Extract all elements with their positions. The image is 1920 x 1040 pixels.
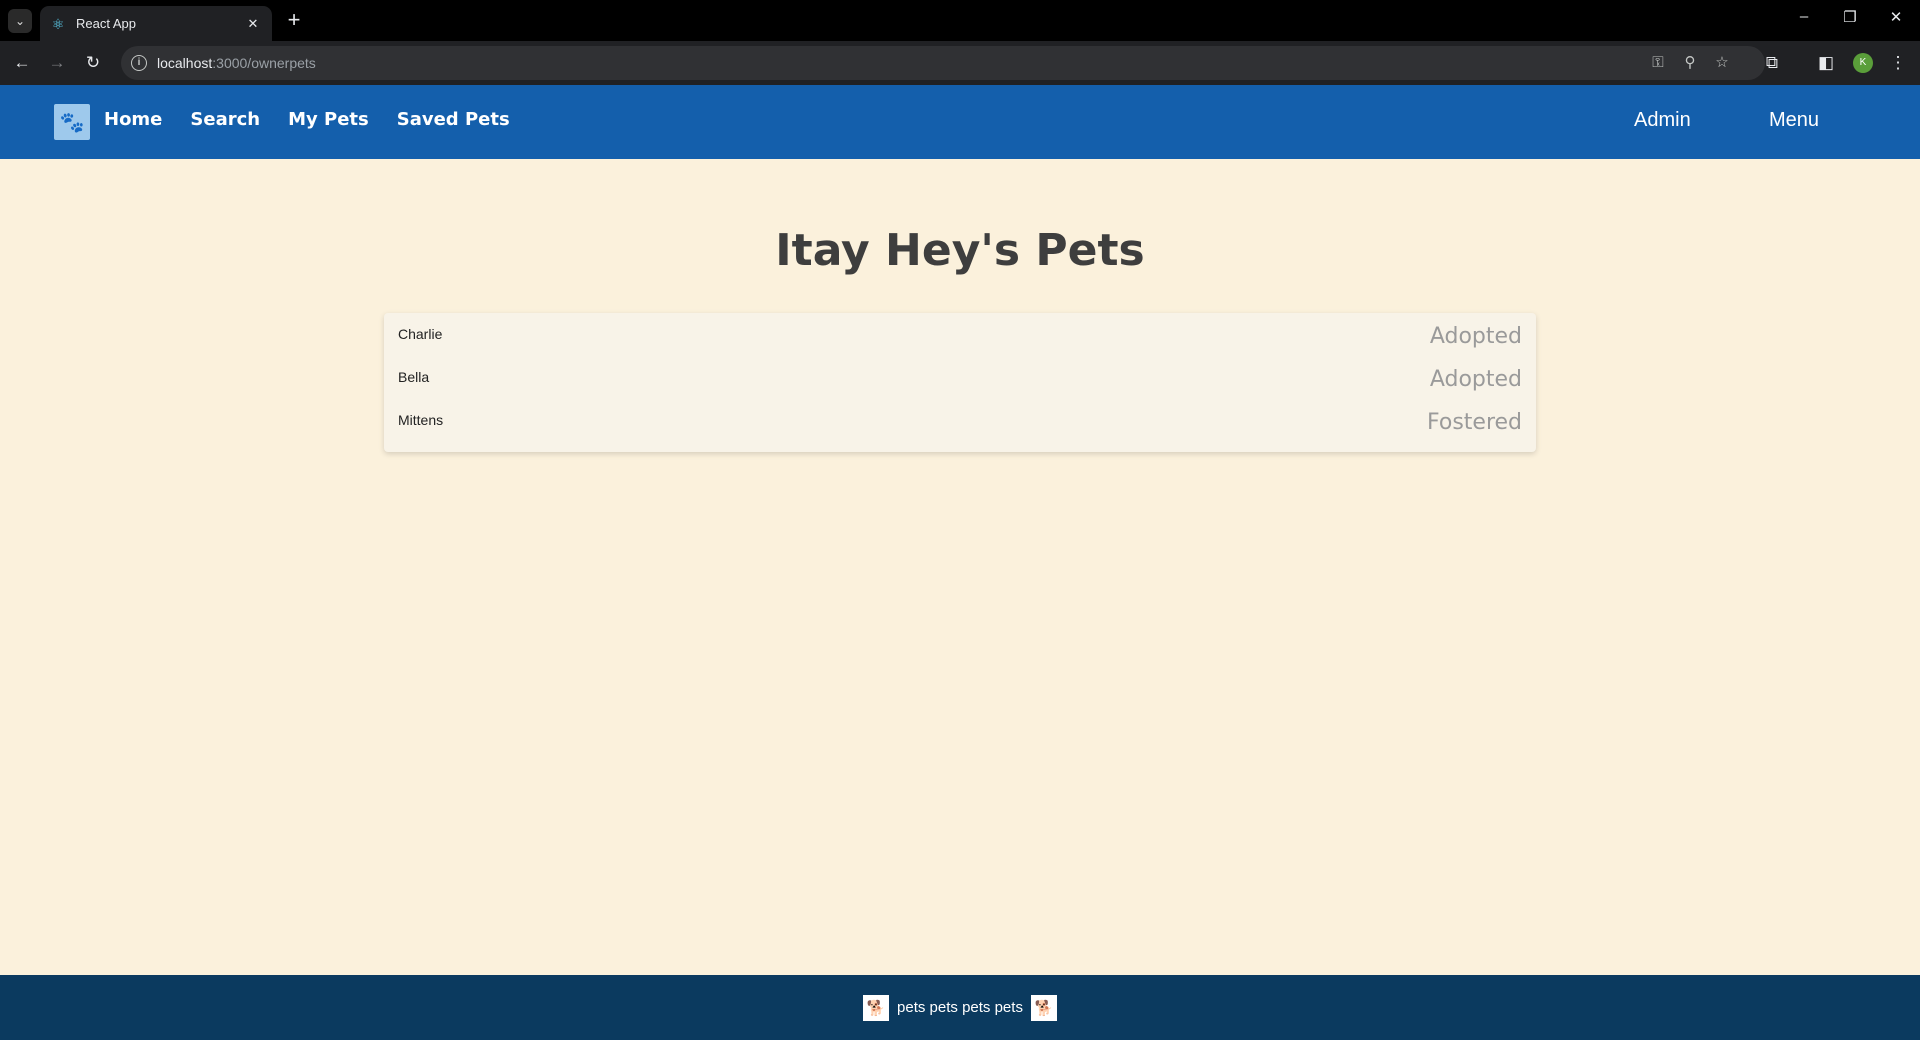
pet-name: Mittens — [398, 412, 444, 428]
pet-status: Fostered — [1426, 410, 1522, 435]
admin-link[interactable]: Admin — [1634, 109, 1691, 132]
nav-link-my-pets[interactable]: My Pets — [288, 109, 369, 130]
browser-menu-icon[interactable]: ⋮ — [1886, 51, 1910, 75]
address-bar[interactable]: i localhost:3000/ownerpets ⚿ ⚲ ☆ — [121, 46, 1765, 80]
app-navbar: 🐾 Home Search My Pets Saved Pets Admin M… — [0, 85, 1920, 159]
nav-link-search[interactable]: Search — [190, 109, 260, 130]
pet-name: Charlie — [398, 326, 443, 342]
pet-status: Adopted — [1429, 324, 1522, 349]
pet-image-icon: 🐕 — [863, 994, 890, 1021]
url-host: localhost — [157, 55, 213, 71]
react-favicon-icon: ⚛ — [51, 15, 65, 32]
tab-title: React App — [76, 16, 136, 31]
url-path: :3000/ownerpets — [212, 55, 316, 71]
browser-toolbar: ← → ↻ i localhost:3000/ownerpets ⚿ ⚲ ☆ ⧉… — [0, 41, 1920, 85]
pet-logo-icon[interactable]: 🐾 — [54, 104, 90, 140]
zoom-icon[interactable]: ⚲ — [1679, 52, 1701, 74]
bookmark-star-icon[interactable]: ☆ — [1711, 52, 1733, 74]
profile-avatar[interactable]: K — [1853, 53, 1873, 73]
back-arrow-icon[interactable]: ← — [10, 51, 34, 75]
tab-close-icon[interactable]: ✕ — [244, 16, 262, 32]
password-key-icon[interactable]: ⚿ — [1647, 52, 1669, 74]
nav-links: Home Search My Pets Saved Pets — [104, 109, 510, 130]
list-item[interactable]: Bella Adopted — [384, 362, 1536, 405]
pet-name: Bella — [398, 369, 430, 385]
pet-status: Adopted — [1429, 367, 1522, 392]
url-text[interactable]: localhost:3000/ownerpets — [157, 55, 316, 71]
side-panel-icon[interactable]: ◧ — [1814, 51, 1838, 75]
forward-arrow-icon[interactable]: → — [45, 51, 69, 75]
browser-tab[interactable]: ⚛ React App ✕ — [40, 6, 272, 41]
pet-image-icon: 🐕 — [1030, 994, 1057, 1021]
restore-icon[interactable]: ❐ — [1838, 8, 1862, 26]
window-close-icon[interactable]: ✕ — [1884, 8, 1908, 26]
list-item[interactable]: Charlie Adopted — [384, 319, 1536, 362]
minimize-icon[interactable]: – — [1792, 8, 1816, 25]
new-tab-plus-icon[interactable]: + — [282, 8, 306, 32]
nav-link-saved-pets[interactable]: Saved Pets — [397, 109, 510, 130]
browser-tab-bar: ⌄ ⚛ React App ✕ + – ❐ ✕ — [0, 0, 1920, 41]
reload-icon[interactable]: ↻ — [81, 51, 105, 75]
list-item[interactable]: Mittens Fostered — [384, 405, 1536, 448]
site-info-icon[interactable]: i — [131, 55, 147, 71]
menu-dropdown[interactable]: Menu — [1769, 109, 1819, 132]
footer: 🐕 pets pets pets pets 🐕 — [0, 975, 1920, 1040]
nav-link-home[interactable]: Home — [104, 109, 162, 130]
pet-list: Charlie Adopted Bella Adopted Mittens Fo… — [384, 313, 1536, 452]
page-title: Itay Hey's Pets — [775, 225, 1145, 276]
tab-search-chevron-icon[interactable]: ⌄ — [8, 9, 32, 33]
footer-text: pets pets pets pets — [897, 999, 1023, 1016]
extensions-icon[interactable]: ⧉ — [1760, 51, 1784, 75]
